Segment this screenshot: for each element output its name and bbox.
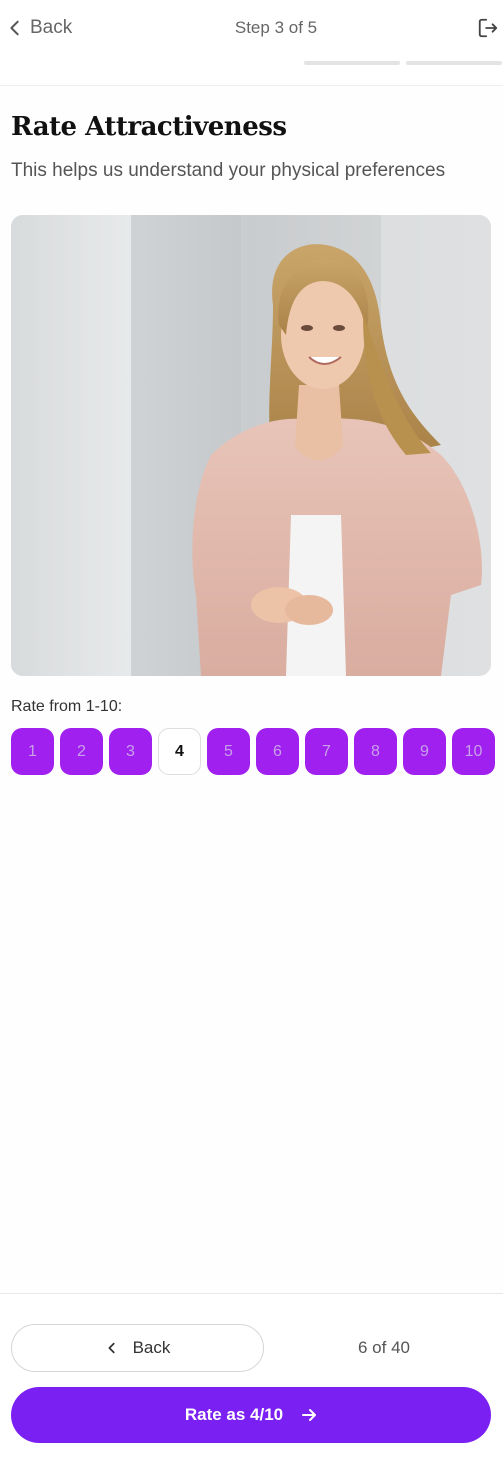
header-back-button[interactable]: Back	[6, 14, 72, 42]
rating-option-1[interactable]: 1	[11, 728, 54, 775]
page-title: Rate Attractiveness	[11, 112, 287, 142]
progress-segment	[406, 61, 502, 65]
item-counter: 6 of 40	[358, 1338, 410, 1357]
rating-scale: 1 2 3 4 5 6 7 8 9 10	[11, 728, 495, 775]
top-bar: Back Step 3 of 5	[0, 0, 503, 86]
logout-icon	[478, 18, 498, 38]
rating-option-3[interactable]: 3	[109, 728, 152, 775]
rating-option-10[interactable]: 10	[452, 728, 495, 775]
step-indicator: Step 3 of 5	[234, 18, 318, 37]
submit-rating-button[interactable]: Rate as 4/10	[11, 1387, 491, 1443]
footer-back-button[interactable]: Back	[11, 1324, 264, 1372]
exit-button[interactable]	[475, 14, 501, 42]
progress-segment	[304, 61, 400, 65]
rating-option-8[interactable]: 8	[354, 728, 397, 775]
rating-option-7[interactable]: 7	[305, 728, 348, 775]
rating-option-6[interactable]: 6	[256, 728, 299, 775]
progress-bar	[304, 61, 502, 65]
header-back-label: Back	[30, 17, 73, 38]
rating-option-4[interactable]: 4	[158, 728, 201, 775]
page-subtitle: This helps us understand your physical p…	[11, 160, 446, 181]
chevron-left-icon	[108, 1342, 115, 1354]
footer-back-label: Back	[132, 1338, 171, 1357]
rating-option-9[interactable]: 9	[403, 728, 446, 775]
rating-option-2[interactable]: 2	[60, 728, 103, 775]
rating-option-5[interactable]: 5	[207, 728, 250, 775]
profile-photo	[11, 215, 491, 676]
footer: Back 6 of 40 Rate as 4/10	[0, 1293, 503, 1463]
chevron-left-icon	[10, 20, 19, 36]
arrow-right-icon	[302, 1409, 317, 1421]
rating-label: Rate from 1-10:	[11, 698, 123, 715]
submit-rating-label: Rate as 4/10	[184, 1405, 284, 1424]
